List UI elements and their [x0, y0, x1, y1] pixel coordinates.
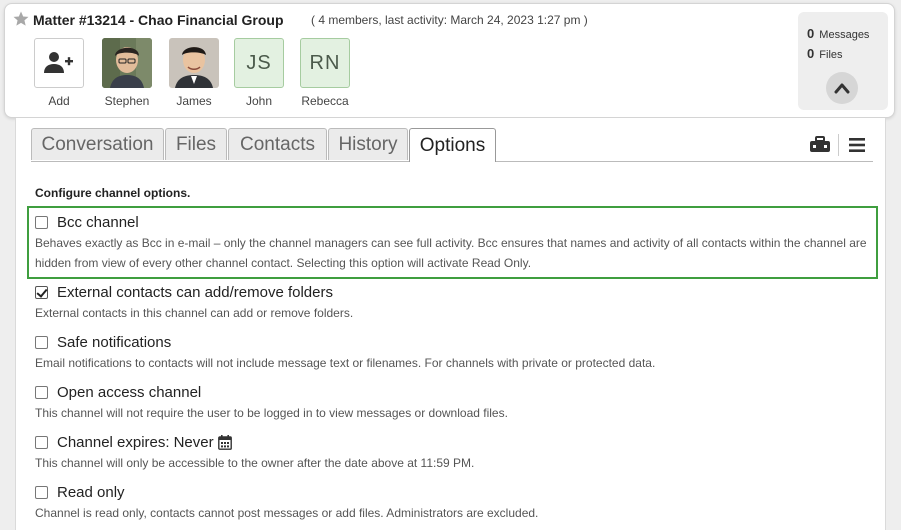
option-label: External contacts can add/remove folders — [57, 283, 333, 301]
option-external-folders: External contacts can add/remove folders… — [35, 282, 875, 323]
safe-notifications-checkbox[interactable] — [35, 335, 48, 349]
tab-files[interactable]: Files — [165, 128, 227, 160]
member-stephen[interactable]: Stephen — [92, 38, 162, 114]
chevron-up-icon — [834, 83, 850, 94]
files-label: Files — [819, 49, 843, 61]
tab-contacts[interactable]: Contacts — [228, 128, 327, 160]
option-label: Open access channel — [57, 383, 202, 401]
channel-panel: Conversation Files Contacts History Opti… — [15, 118, 886, 530]
option-description: Email notifications to contacts will not… — [35, 356, 656, 370]
add-member-label: Add — [48, 94, 70, 108]
messages-count: 0 — [807, 26, 815, 41]
messages-label: Messages — [819, 29, 870, 41]
member-name: John — [245, 94, 273, 108]
avatar[interactable] — [169, 38, 219, 88]
toolbox-icon[interactable] — [809, 136, 831, 154]
member-name: Rebecca — [301, 94, 349, 108]
collapse-header-button[interactable] — [826, 72, 858, 104]
add-member-button[interactable]: Add — [24, 38, 94, 114]
member-james[interactable]: James — [159, 38, 229, 114]
member-name: Stephen — [104, 94, 150, 108]
option-description: This channel will not require the user t… — [35, 406, 508, 420]
expires-value[interactable]: Never — [174, 434, 214, 451]
member-john[interactable]: JS John — [224, 38, 294, 114]
hamburger-menu-icon[interactable] — [848, 137, 866, 153]
open-access-checkbox[interactable] — [35, 385, 48, 399]
option-label: Bcc channel — [57, 213, 139, 231]
bcc-channel-checkbox[interactable] — [35, 215, 48, 229]
member-rebecca[interactable]: RN Rebecca — [290, 38, 360, 114]
stephen-photo — [102, 38, 152, 88]
option-read-only: Read only Channel is read only, contacts… — [35, 482, 875, 523]
option-description: Behaves exactly as Bcc in e-mail – only … — [35, 236, 867, 270]
tab-options[interactable]: Options — [409, 128, 496, 162]
messages-stat: 0 Messages — [807, 26, 869, 41]
option-description: This channel will only be accessible to … — [35, 456, 475, 470]
add-member-tile[interactable] — [34, 38, 84, 88]
matter-meta: ( 4 members, last activity: March 24, 20… — [311, 13, 588, 27]
files-stat: 0 Files — [807, 46, 843, 61]
external-folders-checkbox[interactable] — [35, 285, 48, 299]
option-description: Channel is read only, contacts cannot po… — [35, 506, 539, 520]
channel-stats: 0 Messages 0 Files — [798, 12, 888, 110]
options-heading: Configure channel options. — [35, 186, 191, 200]
member-name: James — [176, 94, 212, 108]
option-channel-expires: Channel expires: Never This channel will… — [35, 432, 875, 473]
read-only-checkbox[interactable] — [35, 485, 48, 499]
avatar[interactable] — [102, 38, 152, 88]
tab-conversation[interactable]: Conversation — [31, 128, 164, 160]
star-icon[interactable] — [12, 10, 30, 28]
calendar-icon[interactable] — [217, 434, 232, 450]
option-safe-notifications: Safe notifications Email notifications t… — [35, 332, 875, 373]
avatar[interactable]: JS — [234, 38, 284, 88]
files-count: 0 — [807, 46, 815, 61]
option-label: Channel expires: — [57, 433, 170, 451]
toolbar-separator — [838, 134, 839, 156]
option-bcc-channel: Bcc channel Behaves exactly as Bcc in e-… — [35, 212, 875, 273]
matter-title: Matter #13214 - Chao Financial Group — [33, 12, 284, 28]
matter-header: Matter #13214 - Chao Financial Group ( 4… — [4, 3, 895, 118]
james-photo — [169, 38, 219, 88]
option-open-access: Open access channel This channel will no… — [35, 382, 875, 423]
add-user-icon — [44, 52, 73, 73]
channel-expires-checkbox[interactable] — [35, 435, 48, 449]
option-label: Read only — [57, 483, 125, 501]
avatar[interactable]: RN — [300, 38, 350, 88]
tab-history[interactable]: History — [328, 128, 408, 160]
option-description: External contacts in this channel can ad… — [35, 306, 354, 320]
option-label: Safe notifications — [57, 333, 172, 351]
